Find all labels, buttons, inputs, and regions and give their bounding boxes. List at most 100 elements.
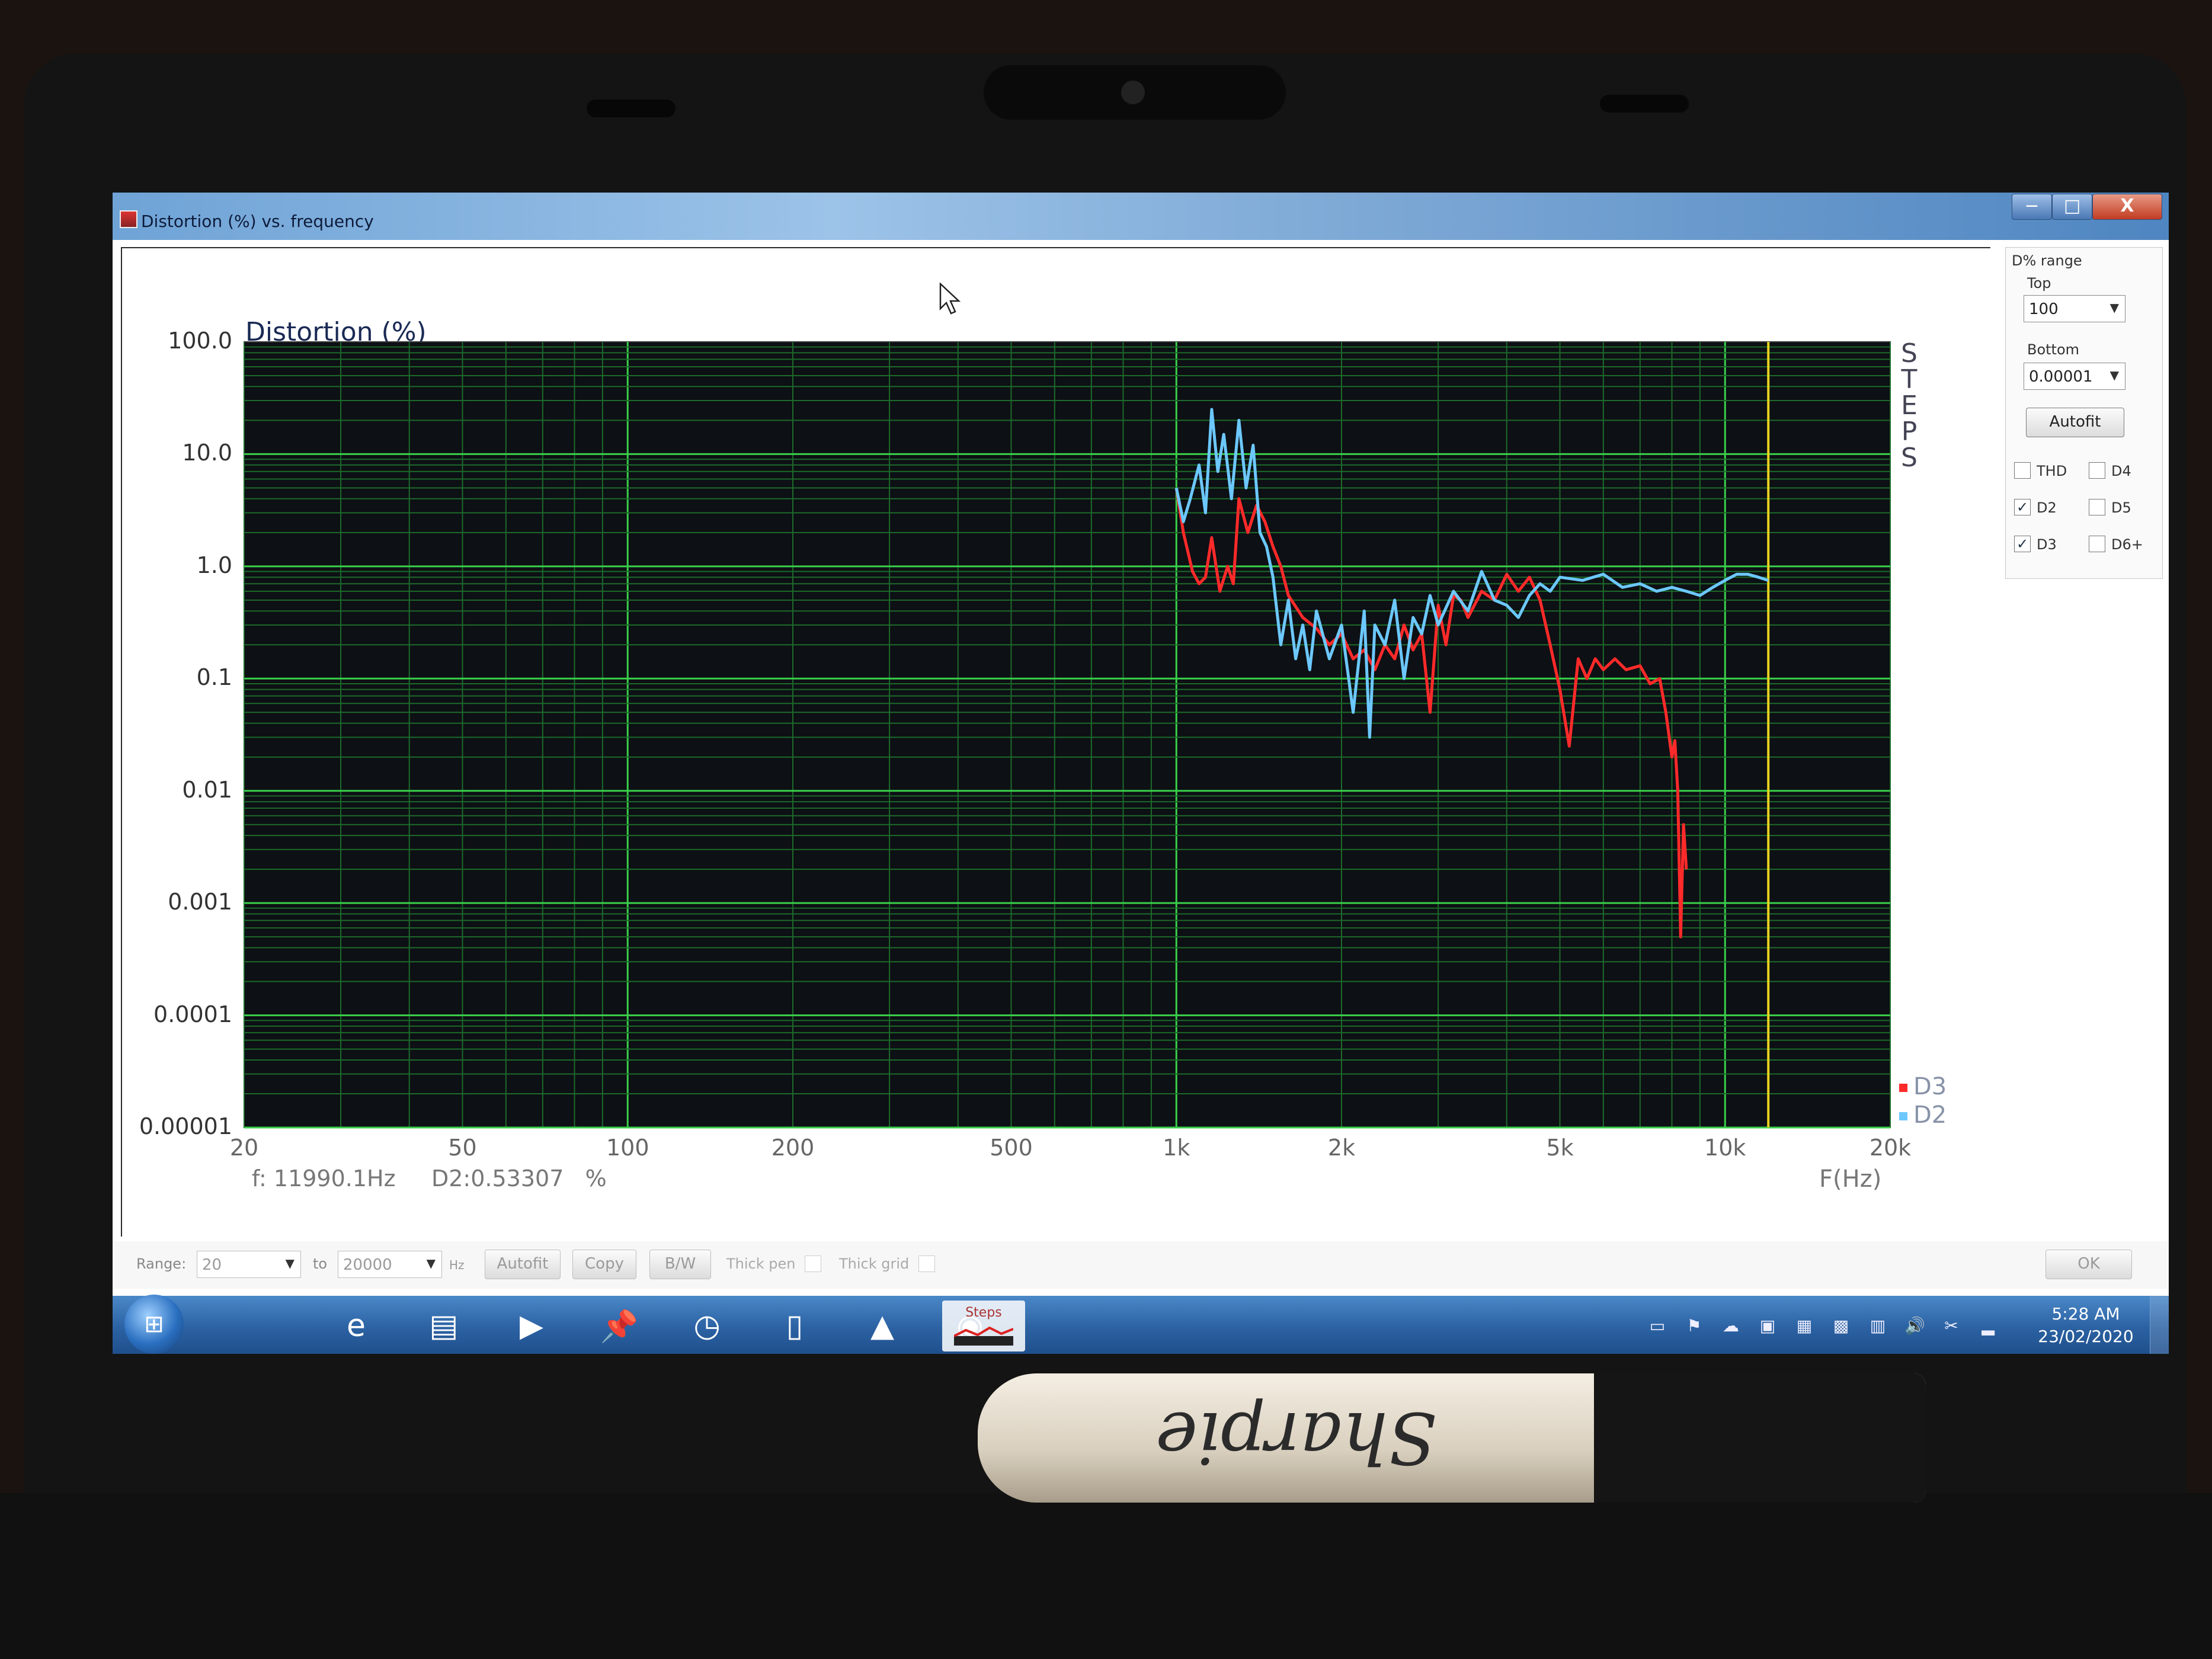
x-tick-label: 50 <box>448 1135 477 1161</box>
tray-icon[interactable]: ▥ <box>1868 1317 1888 1335</box>
to-label: to <box>313 1256 328 1272</box>
range-from-select[interactable]: 20 ▼ <box>197 1251 301 1278</box>
x-tick-label: 10k <box>1704 1135 1746 1161</box>
y-tick-label: 0.001 <box>168 889 232 915</box>
media-player-icon[interactable]: ▶ <box>506 1301 557 1351</box>
x-tick-label: 2k <box>1327 1135 1356 1161</box>
tray-icon[interactable]: 🔊 <box>1904 1317 1925 1335</box>
x-tick-label: 20 <box>229 1135 259 1161</box>
bottom-range-value: 0.00001 <box>2029 368 2093 386</box>
steps-letter: S <box>1901 338 1918 369</box>
checkmark-icon: ✓ <box>2016 536 2029 552</box>
show-desktop-button[interactable] <box>2150 1296 2169 1354</box>
keyboard-deck <box>0 1493 2212 1659</box>
checkbox-label: D3 <box>2037 536 2057 553</box>
tray-icon[interactable]: ▭ <box>1647 1317 1667 1335</box>
laptop-screen: Distortion (%) vs. frequency − □ X Disto… <box>113 193 2169 1354</box>
checkmark-icon: ✓ <box>2016 499 2029 515</box>
webcam-housing <box>984 65 1286 120</box>
legend-item-d3: D3 <box>1899 1073 1947 1100</box>
sharpie-marker: Sharpie <box>978 1373 1926 1503</box>
bottom-range-select[interactable]: 0.00001 ▼ <box>2024 363 2125 390</box>
tray-icon[interactable]: ▂ <box>1978 1317 1998 1335</box>
file-explorer-icon[interactable]: ▤ <box>418 1301 469 1351</box>
tray-icon[interactable]: ✂ <box>1941 1317 1961 1335</box>
legend-label: D3 <box>1913 1073 1947 1100</box>
steps-letter: T <box>1901 364 1918 395</box>
steps-task-label: Steps <box>965 1305 1002 1320</box>
legend-item-d2: D2 <box>1899 1101 1947 1129</box>
tray-icon[interactable]: ▩ <box>1831 1317 1851 1335</box>
clock-app-icon[interactable]: ◷ <box>681 1301 732 1351</box>
x-tick-label: 500 <box>990 1135 1033 1161</box>
legend-label: D2 <box>1913 1101 1947 1129</box>
chevron-down-icon: ▼ <box>285 1256 294 1270</box>
autofit-frequency-button[interactable]: Autofit <box>485 1250 561 1279</box>
steps-letter: S <box>1901 443 1918 473</box>
x-tick-label: 200 <box>771 1135 815 1161</box>
steps-app-icon <box>954 1326 1013 1346</box>
pin-icon[interactable]: 📌 <box>594 1301 645 1351</box>
tray-icon[interactable]: ▣ <box>1758 1317 1778 1335</box>
chevron-down-icon: ▼ <box>2109 368 2119 382</box>
copy-button[interactable]: Copy <box>572 1250 636 1279</box>
chevron-down-icon: ▼ <box>426 1256 436 1270</box>
chevron-down-icon: ▼ <box>2109 300 2119 315</box>
checkbox-label: D5 <box>2111 499 2131 516</box>
tray-icon[interactable]: ⚑ <box>1684 1317 1704 1335</box>
thick-grid-label: Thick grid <box>839 1256 910 1272</box>
checkbox-d3[interactable]: ✓ <box>2014 536 2031 552</box>
y-tick-label: 1.0 <box>196 552 232 578</box>
vlc-cone-icon[interactable]: ▲ <box>857 1301 908 1351</box>
checkbox-thd[interactable] <box>2014 462 2031 479</box>
taskbar-item-steps[interactable]: Steps <box>942 1301 1025 1351</box>
bw-button[interactable]: B/W <box>649 1250 711 1279</box>
y-tick-label: 0.1 <box>196 664 232 691</box>
bezel-slot-left <box>587 100 676 117</box>
cursor-readout: f: 11990.1Hz D2:0.53307 % <box>252 1165 607 1192</box>
x-tick-label: 20k <box>1869 1135 1912 1161</box>
mouse-pointer-icon <box>939 283 961 315</box>
thick-grid-checkbox[interactable] <box>918 1256 935 1272</box>
d-range-panel: D% range Top 100 ▼ Bottom 0.00001 ▼ Auto… <box>2005 247 2163 579</box>
top-label: Top <box>2027 275 2051 292</box>
bezel-slot-right <box>1600 95 1689 113</box>
checkbox-d2[interactable]: ✓ <box>2014 499 2031 515</box>
windows-taskbar: ⊞ e▤▶📌◷▯▲◉ Steps ▭⚑☁▣▦▩▥🔊✂▂ 5:28 AM 23/0… <box>113 1295 2169 1354</box>
range-to-select[interactable]: 20000 ▼ <box>338 1251 442 1278</box>
steps-letter: P <box>1901 417 1918 447</box>
thick-pen-checkbox[interactable] <box>805 1256 821 1272</box>
y-tick-label: 100.0 <box>168 328 232 354</box>
y-tick-label: 10.0 <box>182 440 232 466</box>
checkbox-label: D6+ <box>2111 536 2143 553</box>
autofit-range-button[interactable]: Autofit <box>2026 408 2124 437</box>
start-button[interactable]: ⊞ <box>124 1295 184 1354</box>
hz-unit-label: Hz <box>449 1258 465 1272</box>
ok-button[interactable]: OK <box>2045 1250 2132 1279</box>
internet-explorer-icon[interactable]: e <box>331 1301 382 1351</box>
readout-frequency: f: 11990.1Hz <box>252 1165 396 1192</box>
x-tick-label: 1k <box>1163 1135 1190 1161</box>
bottom-controls: Range: 20 ▼ to 20000 ▼ Hz Autofit Copy B… <box>113 1241 2169 1289</box>
checkbox-label: THD <box>2037 463 2067 479</box>
tray-icon[interactable]: ▦ <box>1794 1317 1814 1335</box>
bottom-label: Bottom <box>2027 341 2080 358</box>
range-from-value: 20 <box>202 1256 222 1274</box>
readout-value: D2:0.53307 % <box>431 1165 607 1192</box>
top-range-select[interactable]: 100 ▼ <box>2024 295 2125 322</box>
blank-document-icon[interactable]: ▯ <box>769 1301 820 1351</box>
x-tick-label: 5k <box>1546 1135 1574 1161</box>
tray-icon[interactable]: ☁ <box>1721 1317 1741 1335</box>
range-to-value: 20000 <box>343 1256 392 1274</box>
clock-time[interactable]: 5:28 AM <box>2032 1304 2139 1324</box>
checkbox-d5[interactable] <box>2089 499 2105 515</box>
checkbox-d4[interactable] <box>2089 462 2105 479</box>
checkbox-d6plus[interactable] <box>2089 536 2105 552</box>
thick-pen-label: Thick pen <box>726 1256 796 1272</box>
clock-date[interactable]: 23/02/2020 <box>2032 1327 2139 1346</box>
marker-cap <box>1594 1373 1926 1503</box>
top-range-value: 100 <box>2029 300 2059 318</box>
legend-swatch <box>1899 1084 1907 1092</box>
d-range-group-title: D% range <box>2012 252 2082 269</box>
steps-vertical-label: S T E P S <box>1897 341 1921 471</box>
